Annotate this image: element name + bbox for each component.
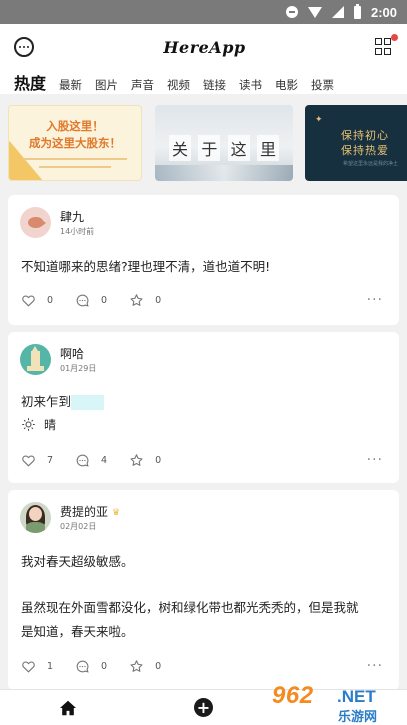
like-button[interactable]: 0 xyxy=(21,293,53,308)
comment-button[interactable]: 4 xyxy=(75,453,107,468)
heart-icon xyxy=(22,454,35,467)
like-count: 7 xyxy=(47,454,54,466)
banner-about-char: 里 xyxy=(256,135,279,161)
heart-icon xyxy=(22,294,35,307)
tab-movies[interactable]: 电影 xyxy=(275,77,298,93)
comment-button[interactable]: 0 xyxy=(75,293,107,308)
weather-label: 晴 xyxy=(44,418,57,432)
star-icon xyxy=(130,659,143,672)
star-count: 0 xyxy=(155,294,162,306)
like-count: 0 xyxy=(47,294,54,306)
banner-invest-line1: 入股这里！ xyxy=(46,119,104,133)
wifi-icon xyxy=(307,6,322,18)
banner-about-char: 这 xyxy=(227,135,250,161)
tab-images[interactable]: 图片 xyxy=(95,77,118,93)
weather-tag: 晴 xyxy=(21,416,56,433)
watermark-number: 962 xyxy=(272,682,314,709)
like-button[interactable]: 1 xyxy=(21,659,53,674)
app-header: HereApp 热度 最新 图片 声音 视频 链接 读书 电影 投票 xyxy=(0,24,407,94)
app-logo: HereApp xyxy=(163,37,246,57)
redacted-block xyxy=(71,395,105,410)
post-text: 是知道，春天来啦。 xyxy=(21,624,134,639)
star-button[interactable]: 0 xyxy=(129,659,161,674)
more-icon[interactable]: ··· xyxy=(367,453,383,467)
tab-audio[interactable]: 声音 xyxy=(131,77,154,93)
heart-icon xyxy=(22,660,35,673)
banner-passion-caption: 希望这里永远是我的净土 xyxy=(343,161,399,167)
comment-button[interactable]: 0 xyxy=(75,659,107,674)
comment-icon xyxy=(76,660,89,673)
chat-bubble-icon[interactable] xyxy=(14,37,34,57)
tab-hot[interactable]: 热度 xyxy=(14,70,46,94)
site-watermark: 962 .NET 乐游网 xyxy=(272,680,407,725)
banner-passion[interactable]: ✦ 保持初心 保持热爱 希望这里永远是我的净土 xyxy=(305,105,407,181)
post-time: 01月29日 xyxy=(60,364,97,373)
avatar[interactable] xyxy=(20,344,51,375)
status-time: 2:00 xyxy=(370,4,397,20)
tab-latest[interactable]: 最新 xyxy=(59,77,82,93)
post-username[interactable]: 啊哈 xyxy=(60,345,84,362)
post-card[interactable]: 费提的亚 ♛ 02月02日 我对春天超级敏感。 虽然现在外面雪都没化，树和绿化带也… xyxy=(8,490,399,690)
banner-invest-line2: 成为这里大股东！ xyxy=(29,136,121,150)
status-bar: 2:00 xyxy=(0,0,407,24)
more-icon[interactable]: ··· xyxy=(367,293,383,307)
sun-icon xyxy=(22,418,35,431)
post-card[interactable]: 啊哈 01月29日 初来乍到 晴 7 4 0 ··· xyxy=(8,332,399,483)
post-username[interactable]: 费提的亚 ♛ xyxy=(60,503,120,520)
plus-icon[interactable]: + xyxy=(194,698,213,717)
vip-crown-icon: ♛ xyxy=(112,508,121,518)
post-text: 不知道哪来的思绪?理也理不清，道也道不明! xyxy=(21,259,271,274)
post-text: 虽然现在外面雪都没化，树和绿化带也都光秃秃的，但是我就 xyxy=(21,600,359,615)
star-icon xyxy=(130,293,143,306)
signal-icon xyxy=(331,6,344,18)
post-text: 初来乍到 xyxy=(21,390,105,414)
category-tabs: 热度 最新 图片 声音 视频 链接 读书 电影 投票 xyxy=(0,70,407,94)
comment-icon xyxy=(76,294,89,307)
grid-menu-icon[interactable] xyxy=(374,34,398,56)
post-card[interactable]: 肆九 14小时前 不知道哪来的思绪?理也理不清，道也道不明! 0 0 0 ··· xyxy=(8,195,399,325)
star-button[interactable]: 0 xyxy=(129,293,161,308)
comment-count: 0 xyxy=(101,660,108,672)
post-time: 14小时前 xyxy=(60,227,95,236)
tab-polls[interactable]: 投票 xyxy=(311,77,334,93)
more-icon[interactable]: ··· xyxy=(367,659,383,673)
battery-icon xyxy=(353,3,361,19)
star-icon xyxy=(130,453,143,466)
banner-about-char: 于 xyxy=(198,135,221,161)
watermark-site: 乐游网 xyxy=(338,710,378,725)
post-username-text: 费提的亚 xyxy=(60,505,109,519)
tab-links[interactable]: 链接 xyxy=(203,77,226,93)
comment-count: 4 xyxy=(101,454,108,466)
star-count: 0 xyxy=(155,660,162,672)
banner-about-char: 关 xyxy=(169,135,192,161)
post-text-content: 初来乍到 xyxy=(21,394,72,409)
watermark-net: .NET xyxy=(337,687,376,706)
comment-icon xyxy=(76,454,89,467)
avatar[interactable] xyxy=(20,502,51,533)
post-username[interactable]: 肆九 xyxy=(60,208,84,225)
like-button[interactable]: 7 xyxy=(21,453,53,468)
star-count: 0 xyxy=(155,454,162,466)
banner-carousel[interactable]: 入股这里！ 成为这里大股东！ 关 于 这 里 ✦ 保持初心 保持热爱 希望这里永… xyxy=(0,100,407,184)
post-text: 我对春天超级敏感。 xyxy=(21,554,134,569)
comment-count: 0 xyxy=(101,294,108,306)
notification-dot xyxy=(390,34,398,41)
banner-passion-line1: 保持初心 xyxy=(341,129,389,142)
banner-about[interactable]: 关 于 这 里 xyxy=(155,105,293,181)
home-icon[interactable] xyxy=(59,700,77,716)
sparkle-icon: ✦ xyxy=(315,115,323,125)
like-count: 1 xyxy=(47,660,54,672)
post-time: 02月02日 xyxy=(60,522,97,531)
banner-invest[interactable]: 入股这里！ 成为这里大股东！ xyxy=(8,105,142,181)
avatar[interactable] xyxy=(20,207,51,238)
banner-passion-line2: 保持热爱 xyxy=(341,144,389,157)
tab-books[interactable]: 读书 xyxy=(239,77,262,93)
tab-video[interactable]: 视频 xyxy=(167,77,190,93)
dnd-icon xyxy=(285,6,298,18)
star-button[interactable]: 0 xyxy=(129,453,161,468)
